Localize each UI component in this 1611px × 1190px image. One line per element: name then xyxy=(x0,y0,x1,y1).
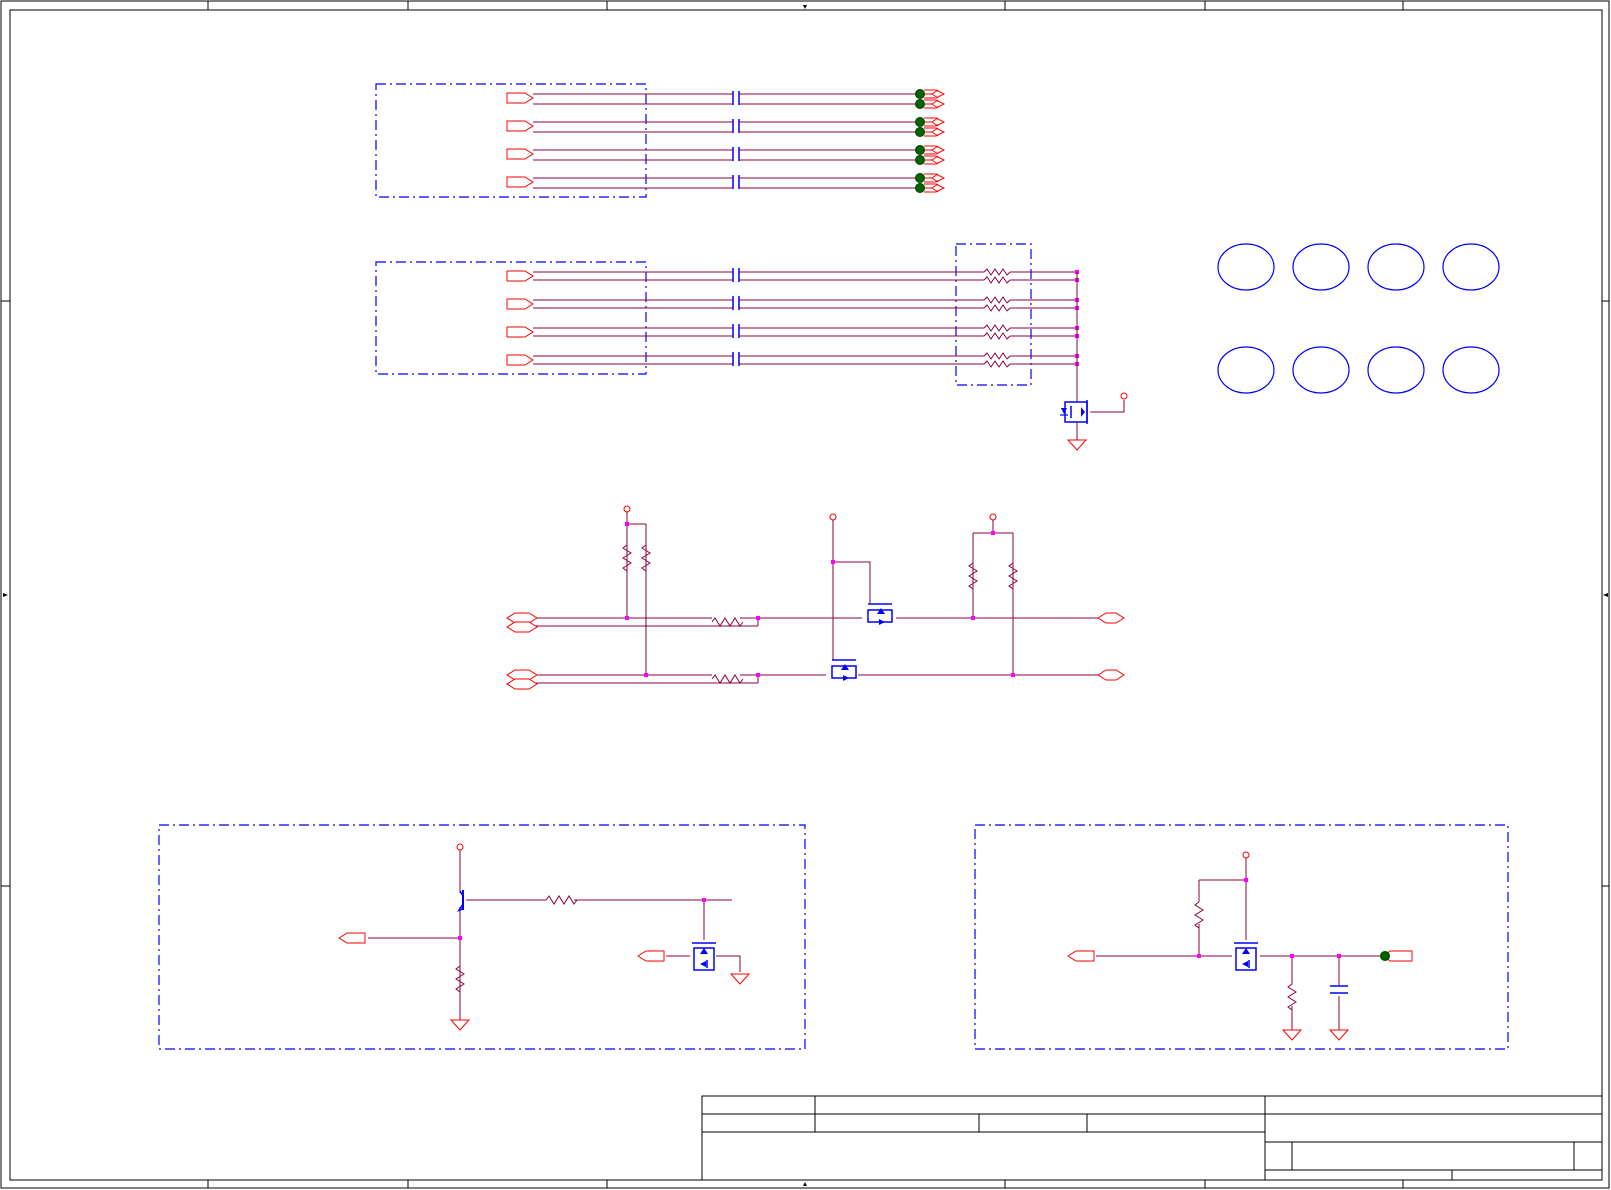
test-point-icon xyxy=(1380,951,1390,961)
test-point-icon xyxy=(915,145,925,155)
lower-right-switch xyxy=(1067,851,1413,1041)
input-port-icon xyxy=(506,92,534,104)
zone-ticks xyxy=(1,1,1609,1188)
bidirectional-port-icon xyxy=(1097,669,1125,681)
input-port-icon xyxy=(506,176,534,188)
test-point-icon xyxy=(915,89,925,99)
power-pin-icon xyxy=(1120,392,1128,400)
bus-channel xyxy=(506,352,1079,368)
input-port-icon xyxy=(506,354,534,366)
mosfet-icon xyxy=(692,942,716,971)
level-shifter xyxy=(506,505,1125,690)
second-bus-group xyxy=(506,268,1079,368)
power-pin-icon xyxy=(456,843,464,851)
input-port-icon xyxy=(506,298,534,310)
test-point-icon xyxy=(915,155,925,165)
lower-left-driver-box xyxy=(158,824,806,1050)
bidirectional-port-icon xyxy=(506,621,538,633)
input-port-icon xyxy=(338,932,366,944)
test-point-icon xyxy=(915,183,925,193)
input-port-icon xyxy=(506,270,534,282)
mounting-hole-icon xyxy=(1292,346,1350,394)
schematic-canvas xyxy=(0,0,1610,1189)
mosfet-icon xyxy=(1060,400,1088,424)
bidirectional-port-icon xyxy=(506,678,538,690)
junction-dots xyxy=(625,522,1015,677)
resistor-icon xyxy=(983,332,1011,340)
mounting-hole-icon xyxy=(1292,243,1350,291)
mosfet-icon xyxy=(867,603,893,625)
mosfet-icon xyxy=(831,659,857,681)
power-pin-icon xyxy=(829,513,837,521)
bus-channel xyxy=(506,117,946,137)
ground-icon xyxy=(1281,1029,1303,1041)
title-block xyxy=(701,1095,1603,1181)
test-point-icon xyxy=(915,173,925,183)
power-pin-icon xyxy=(1242,851,1250,859)
ground-icon xyxy=(449,1019,471,1031)
ground-icon xyxy=(1328,1029,1350,1041)
lower-left-driver xyxy=(338,843,751,1031)
lower-right-switch-box xyxy=(974,824,1509,1050)
resistor-icon xyxy=(983,324,1011,332)
schematic-sheet xyxy=(0,0,1611,1190)
input-port-icon xyxy=(506,148,534,160)
input-port-icon xyxy=(1067,950,1095,962)
resistor-icon xyxy=(983,360,1011,368)
mounting-hole-icon xyxy=(1367,346,1425,394)
termination-common-node xyxy=(1060,272,1128,451)
power-pin-icon xyxy=(623,505,631,513)
capacitor-icon xyxy=(1330,985,1348,994)
resistor-icon xyxy=(545,895,578,905)
bus-channel xyxy=(506,89,946,109)
resistor-icon xyxy=(711,617,744,627)
resistor-icon xyxy=(983,268,1011,276)
bus-channel xyxy=(506,268,1079,284)
mounting-hole-icon xyxy=(1367,243,1425,291)
resistor-icon xyxy=(711,674,744,684)
resistor-icon xyxy=(983,276,1011,284)
mosfet-icon xyxy=(1234,942,1258,971)
mounting-holes xyxy=(1217,243,1500,394)
mounting-hole-icon xyxy=(1217,346,1275,394)
bus-channel xyxy=(506,296,1079,312)
test-point-icon xyxy=(915,117,925,127)
top-bus-group xyxy=(506,89,946,193)
bus-channel xyxy=(506,173,946,193)
bidirectional-port-icon xyxy=(1097,612,1125,624)
mounting-hole-icon xyxy=(1442,346,1500,394)
resistor-icon xyxy=(983,352,1011,360)
input-port-icon xyxy=(637,950,665,962)
input-port-icon xyxy=(506,326,534,338)
sheet-frame xyxy=(0,0,1610,1189)
resistor-icon xyxy=(983,304,1011,312)
bjt-icon xyxy=(457,890,464,912)
bus-channel xyxy=(506,324,1079,340)
bus-channel xyxy=(506,145,946,165)
mounting-hole-icon xyxy=(1217,243,1275,291)
test-point-icon xyxy=(915,99,925,109)
resistor-icon xyxy=(983,296,1011,304)
mounting-hole-icon xyxy=(1442,243,1500,291)
ground-icon xyxy=(1066,439,1088,451)
ground-icon xyxy=(729,973,751,985)
input-port-icon xyxy=(506,120,534,132)
test-point-icon xyxy=(915,127,925,137)
power-pin-icon xyxy=(989,513,997,521)
